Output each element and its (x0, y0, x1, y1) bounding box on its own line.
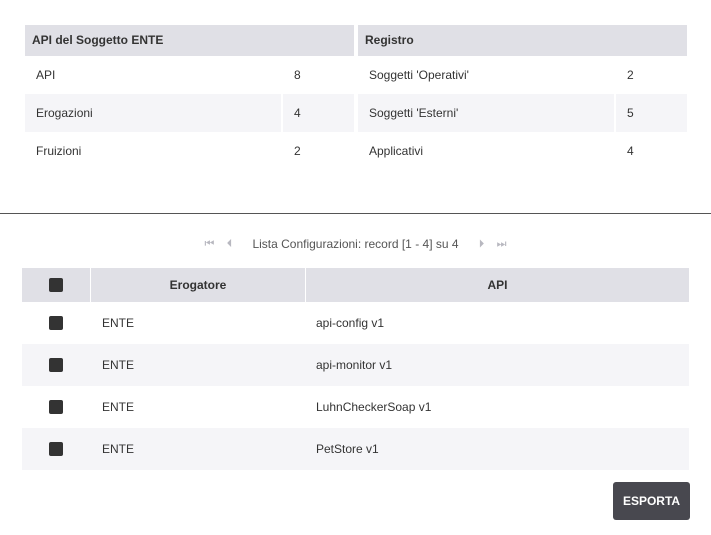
summary-row: Applicativi 4 (358, 132, 687, 170)
cell-erogatore: ENTE (102, 400, 135, 414)
registry-summary-title: Registro (358, 25, 687, 56)
configurations-table: Erogatore API ENTE api-config v1 ENTE ap… (22, 268, 689, 470)
summary-row: Soggetti 'Operativi' 2 (358, 56, 687, 94)
next-page-icon[interactable]: ⏵ (475, 238, 489, 251)
summary-label: Soggetti 'Operativi' (369, 68, 469, 82)
cell-erogatore: ENTE (102, 316, 135, 330)
summary-row: API 8 (25, 56, 354, 94)
summary-label: Erogazioni (36, 106, 93, 120)
summary-label: Fruizioni (36, 144, 82, 158)
cell-api[interactable]: LuhnCheckerSoap v1 (305, 386, 689, 428)
summary-value: 2 (614, 56, 687, 94)
cell-erogatore: ENTE (102, 442, 135, 456)
pagination-info: Lista Configurazioni: record [1 - 4] su … (252, 237, 459, 251)
column-header-api[interactable]: API (305, 268, 689, 302)
row-checkbox[interactable] (49, 400, 63, 414)
summary-value: 4 (281, 94, 354, 132)
summary-row: Erogazioni 4 (25, 94, 354, 132)
select-all-checkbox[interactable] (49, 278, 63, 292)
row-checkbox[interactable] (49, 316, 63, 330)
table-row[interactable]: ENTE PetStore v1 (22, 428, 689, 470)
row-checkbox-cell (22, 302, 90, 344)
prev-page-icon[interactable]: ⏴ (222, 238, 236, 251)
table-header-row: Erogatore API (22, 268, 689, 302)
row-checkbox-cell (22, 428, 90, 470)
summary-value: 4 (614, 132, 687, 170)
summary-label: Soggetti 'Esterni' (369, 106, 459, 120)
section-divider (0, 213, 711, 214)
summary-value: 8 (281, 56, 354, 94)
cell-erogatore: ENTE (102, 358, 135, 372)
row-checkbox-cell (22, 344, 90, 386)
pagination-bar: ⏮ ⏴ Lista Configurazioni: record [1 - 4]… (0, 236, 711, 252)
cell-api[interactable]: api-config v1 (305, 302, 689, 344)
row-checkbox[interactable] (49, 442, 63, 456)
column-header-erogatore[interactable]: Erogatore (90, 268, 305, 302)
api-summary-title: API del Soggetto ENTE (25, 25, 354, 56)
registry-summary-panel: Registro Soggetti 'Operativi' 2 Soggetti… (358, 25, 687, 170)
cell-api[interactable]: api-monitor v1 (305, 344, 689, 386)
export-button[interactable]: ESPORTA (613, 482, 690, 520)
row-checkbox-cell (22, 386, 90, 428)
summary-row: Fruizioni 2 (25, 132, 354, 170)
cell-api[interactable]: PetStore v1 (305, 428, 689, 470)
table-row[interactable]: ENTE LuhnCheckerSoap v1 (22, 386, 689, 428)
table-row[interactable]: ENTE api-config v1 (22, 302, 689, 344)
select-all-cell (22, 268, 90, 302)
first-page-icon[interactable]: ⏮ (202, 238, 216, 251)
summary-label: API (36, 68, 56, 82)
row-checkbox[interactable] (49, 358, 63, 372)
summary-value: 2 (281, 132, 354, 170)
summary-row: Soggetti 'Esterni' 5 (358, 94, 687, 132)
api-summary-panel: API del Soggetto ENTE API 8 Erogazioni 4… (25, 25, 354, 170)
last-page-icon[interactable]: ⏭ (495, 238, 509, 251)
summary-label: Applicativi (369, 144, 424, 158)
summary-value: 5 (614, 94, 687, 132)
table-row[interactable]: ENTE api-monitor v1 (22, 344, 689, 386)
